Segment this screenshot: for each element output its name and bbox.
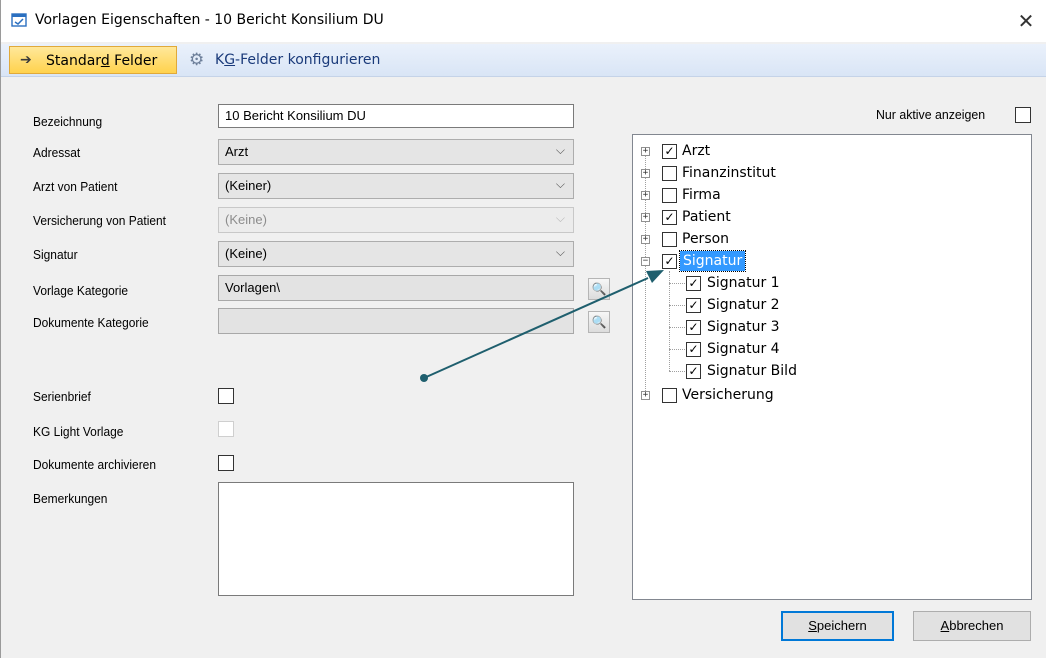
chevron-down-icon: ⌵: [555, 211, 565, 225]
versicherung-von-patient-select: (Keine) ⌵: [218, 207, 574, 233]
vorlage-kategorie-field: Vorlagen\: [218, 275, 574, 301]
vorlage-kategorie-label: Vorlage Kategorie: [33, 283, 129, 298]
tree-node-label: Signatur 2: [707, 297, 780, 313]
tree-node-label: Signatur Bild: [707, 363, 797, 379]
tree-node-person[interactable]: + Person: [633, 229, 1023, 249]
tree-checkbox[interactable]: ✓: [686, 298, 701, 313]
expand-icon[interactable]: +: [641, 213, 650, 222]
tree-node-signatur-2[interactable]: ✓ Signatur 2: [633, 295, 1023, 315]
tree-node-label: Versicherung: [682, 387, 774, 403]
chevron-down-icon: ⌵: [555, 177, 565, 191]
collapse-icon[interactable]: −: [641, 257, 650, 266]
dokumente-kategorie-field: [218, 308, 574, 334]
tree-node-firma[interactable]: + Firma: [633, 185, 1023, 205]
kg-light-vorlage-checkbox: [218, 421, 234, 437]
tree-node-signatur-4[interactable]: ✓ Signatur 4: [633, 339, 1023, 359]
tree-node-signatur[interactable]: − ✓ Signatur: [633, 250, 1023, 272]
bezeichnung-label: Bezeichnung: [33, 114, 103, 129]
tree-node-label: Patient: [682, 209, 731, 225]
tree-checkbox[interactable]: [662, 232, 677, 247]
chevron-down-icon: ⌵: [555, 143, 565, 157]
tree-node-label: Arzt: [682, 143, 711, 159]
adressat-select[interactable]: Arzt ⌵: [218, 139, 574, 165]
expand-icon[interactable]: +: [641, 235, 650, 244]
tree-node-label: Signatur: [678, 250, 747, 272]
tree-checkbox[interactable]: [662, 388, 677, 403]
bezeichnung-input[interactable]: 10 Bericht Konsilium DU: [218, 104, 574, 128]
arzt-von-patient-label: Arzt von Patient: [33, 179, 118, 194]
search-icon: 🔍: [591, 282, 607, 296]
tree-node-label: Signatur 4: [707, 341, 780, 357]
dokumente-kategorie-search-button[interactable]: 🔍: [588, 311, 610, 333]
dokumente-archivieren-label: Dokumente archivieren: [33, 457, 156, 472]
dokumente-archivieren-checkbox[interactable]: [218, 455, 234, 471]
expand-icon[interactable]: +: [641, 191, 650, 200]
tree-node-label: Finanzinstitut: [682, 165, 776, 181]
toolbar: ➔ Standard Felder ⚙ KG-Felder konfigurie…: [1, 44, 1046, 77]
window-title: Vorlagen Eigenschaften - 10 Bericht Kons…: [35, 12, 384, 28]
tree-checkbox[interactable]: ✓: [662, 210, 677, 225]
tab-standard-felder-label: Standard Felder: [46, 53, 158, 69]
chevron-down-icon: ⌵: [555, 245, 565, 259]
kg-light-vorlage-label: KG Light Vorlage: [33, 424, 124, 439]
window-icon: [11, 13, 27, 27]
signatur-label: Signatur: [33, 247, 78, 262]
bemerkungen-textarea[interactable]: [218, 482, 574, 596]
signatur-value: (Keine): [225, 246, 267, 261]
expand-icon[interactable]: +: [641, 391, 650, 400]
arzt-von-patient-select[interactable]: (Keiner) ⌵: [218, 173, 574, 199]
tree-node-signatur-bild[interactable]: ✓ Signatur Bild: [633, 361, 1023, 381]
tree-node-versicherung[interactable]: + Versicherung: [633, 385, 1023, 405]
abbrechen-button[interactable]: Abbrechen: [913, 611, 1031, 641]
dokumente-kategorie-label: Dokumente Kategorie: [33, 315, 149, 330]
tree-checkbox[interactable]: ✓: [686, 342, 701, 357]
tree-checkbox[interactable]: ✓: [686, 364, 701, 379]
adressat-label: Adressat: [33, 145, 81, 160]
tree-node-arzt[interactable]: + ✓ Arzt: [633, 141, 1023, 161]
versicherung-von-patient-value: (Keine): [225, 212, 267, 227]
vorlage-kategorie-search-button[interactable]: 🔍: [588, 278, 610, 300]
nur-aktive-checkbox[interactable]: [1015, 107, 1031, 123]
search-icon: 🔍: [591, 315, 607, 329]
tree-node-label: Signatur 1: [707, 275, 780, 291]
close-icon[interactable]: ✕: [1011, 6, 1041, 36]
arzt-von-patient-value: (Keiner): [225, 178, 272, 193]
expand-icon[interactable]: +: [641, 147, 650, 156]
bemerkungen-label: Bemerkungen: [33, 491, 108, 506]
adressat-value: Arzt: [225, 144, 249, 159]
tree-checkbox[interactable]: ✓: [686, 320, 701, 335]
tree-checkbox[interactable]: [662, 188, 677, 203]
tab-kg-felder-label: KG-Felder konfigurieren: [215, 52, 381, 68]
field-tree[interactable]: + ✓ Arzt + Finanzinstitut + Firma + ✓ Pa…: [632, 134, 1032, 600]
tree-node-label: Person: [682, 231, 730, 247]
nur-aktive-label: Nur aktive anzeigen: [876, 107, 986, 122]
tree-node-patient[interactable]: + ✓ Patient: [633, 207, 1023, 227]
tree-checkbox[interactable]: ✓: [662, 254, 677, 269]
gear-icon: ⚙: [189, 50, 205, 70]
expand-icon[interactable]: +: [641, 169, 650, 178]
tree-checkbox[interactable]: [662, 166, 677, 181]
title-bar: Vorlagen Eigenschaften - 10 Bericht Kons…: [1, 0, 1046, 42]
speichern-button[interactable]: Speichern: [781, 611, 894, 641]
tree-node-finanzinstitut[interactable]: + Finanzinstitut: [633, 163, 1023, 183]
tree-node-label: Signatur 3: [707, 319, 780, 335]
tree-node-signatur-1[interactable]: ✓ Signatur 1: [633, 273, 1023, 293]
tab-standard-felder[interactable]: ➔ Standard Felder: [9, 46, 177, 74]
tree-checkbox[interactable]: ✓: [686, 276, 701, 291]
arrow-right-icon: ➔: [20, 52, 32, 68]
tree-checkbox[interactable]: ✓: [662, 144, 677, 159]
serienbrief-checkbox[interactable]: [218, 388, 234, 404]
tree-node-signatur-3[interactable]: ✓ Signatur 3: [633, 317, 1023, 337]
signatur-select[interactable]: (Keine) ⌵: [218, 241, 574, 267]
versicherung-von-patient-label: Versicherung von Patient: [33, 213, 166, 228]
tab-kg-felder-konfigurieren[interactable]: ⚙ KG-Felder konfigurieren: [183, 46, 423, 74]
tree-node-label: Firma: [682, 187, 721, 203]
serienbrief-label: Serienbrief: [33, 389, 91, 404]
